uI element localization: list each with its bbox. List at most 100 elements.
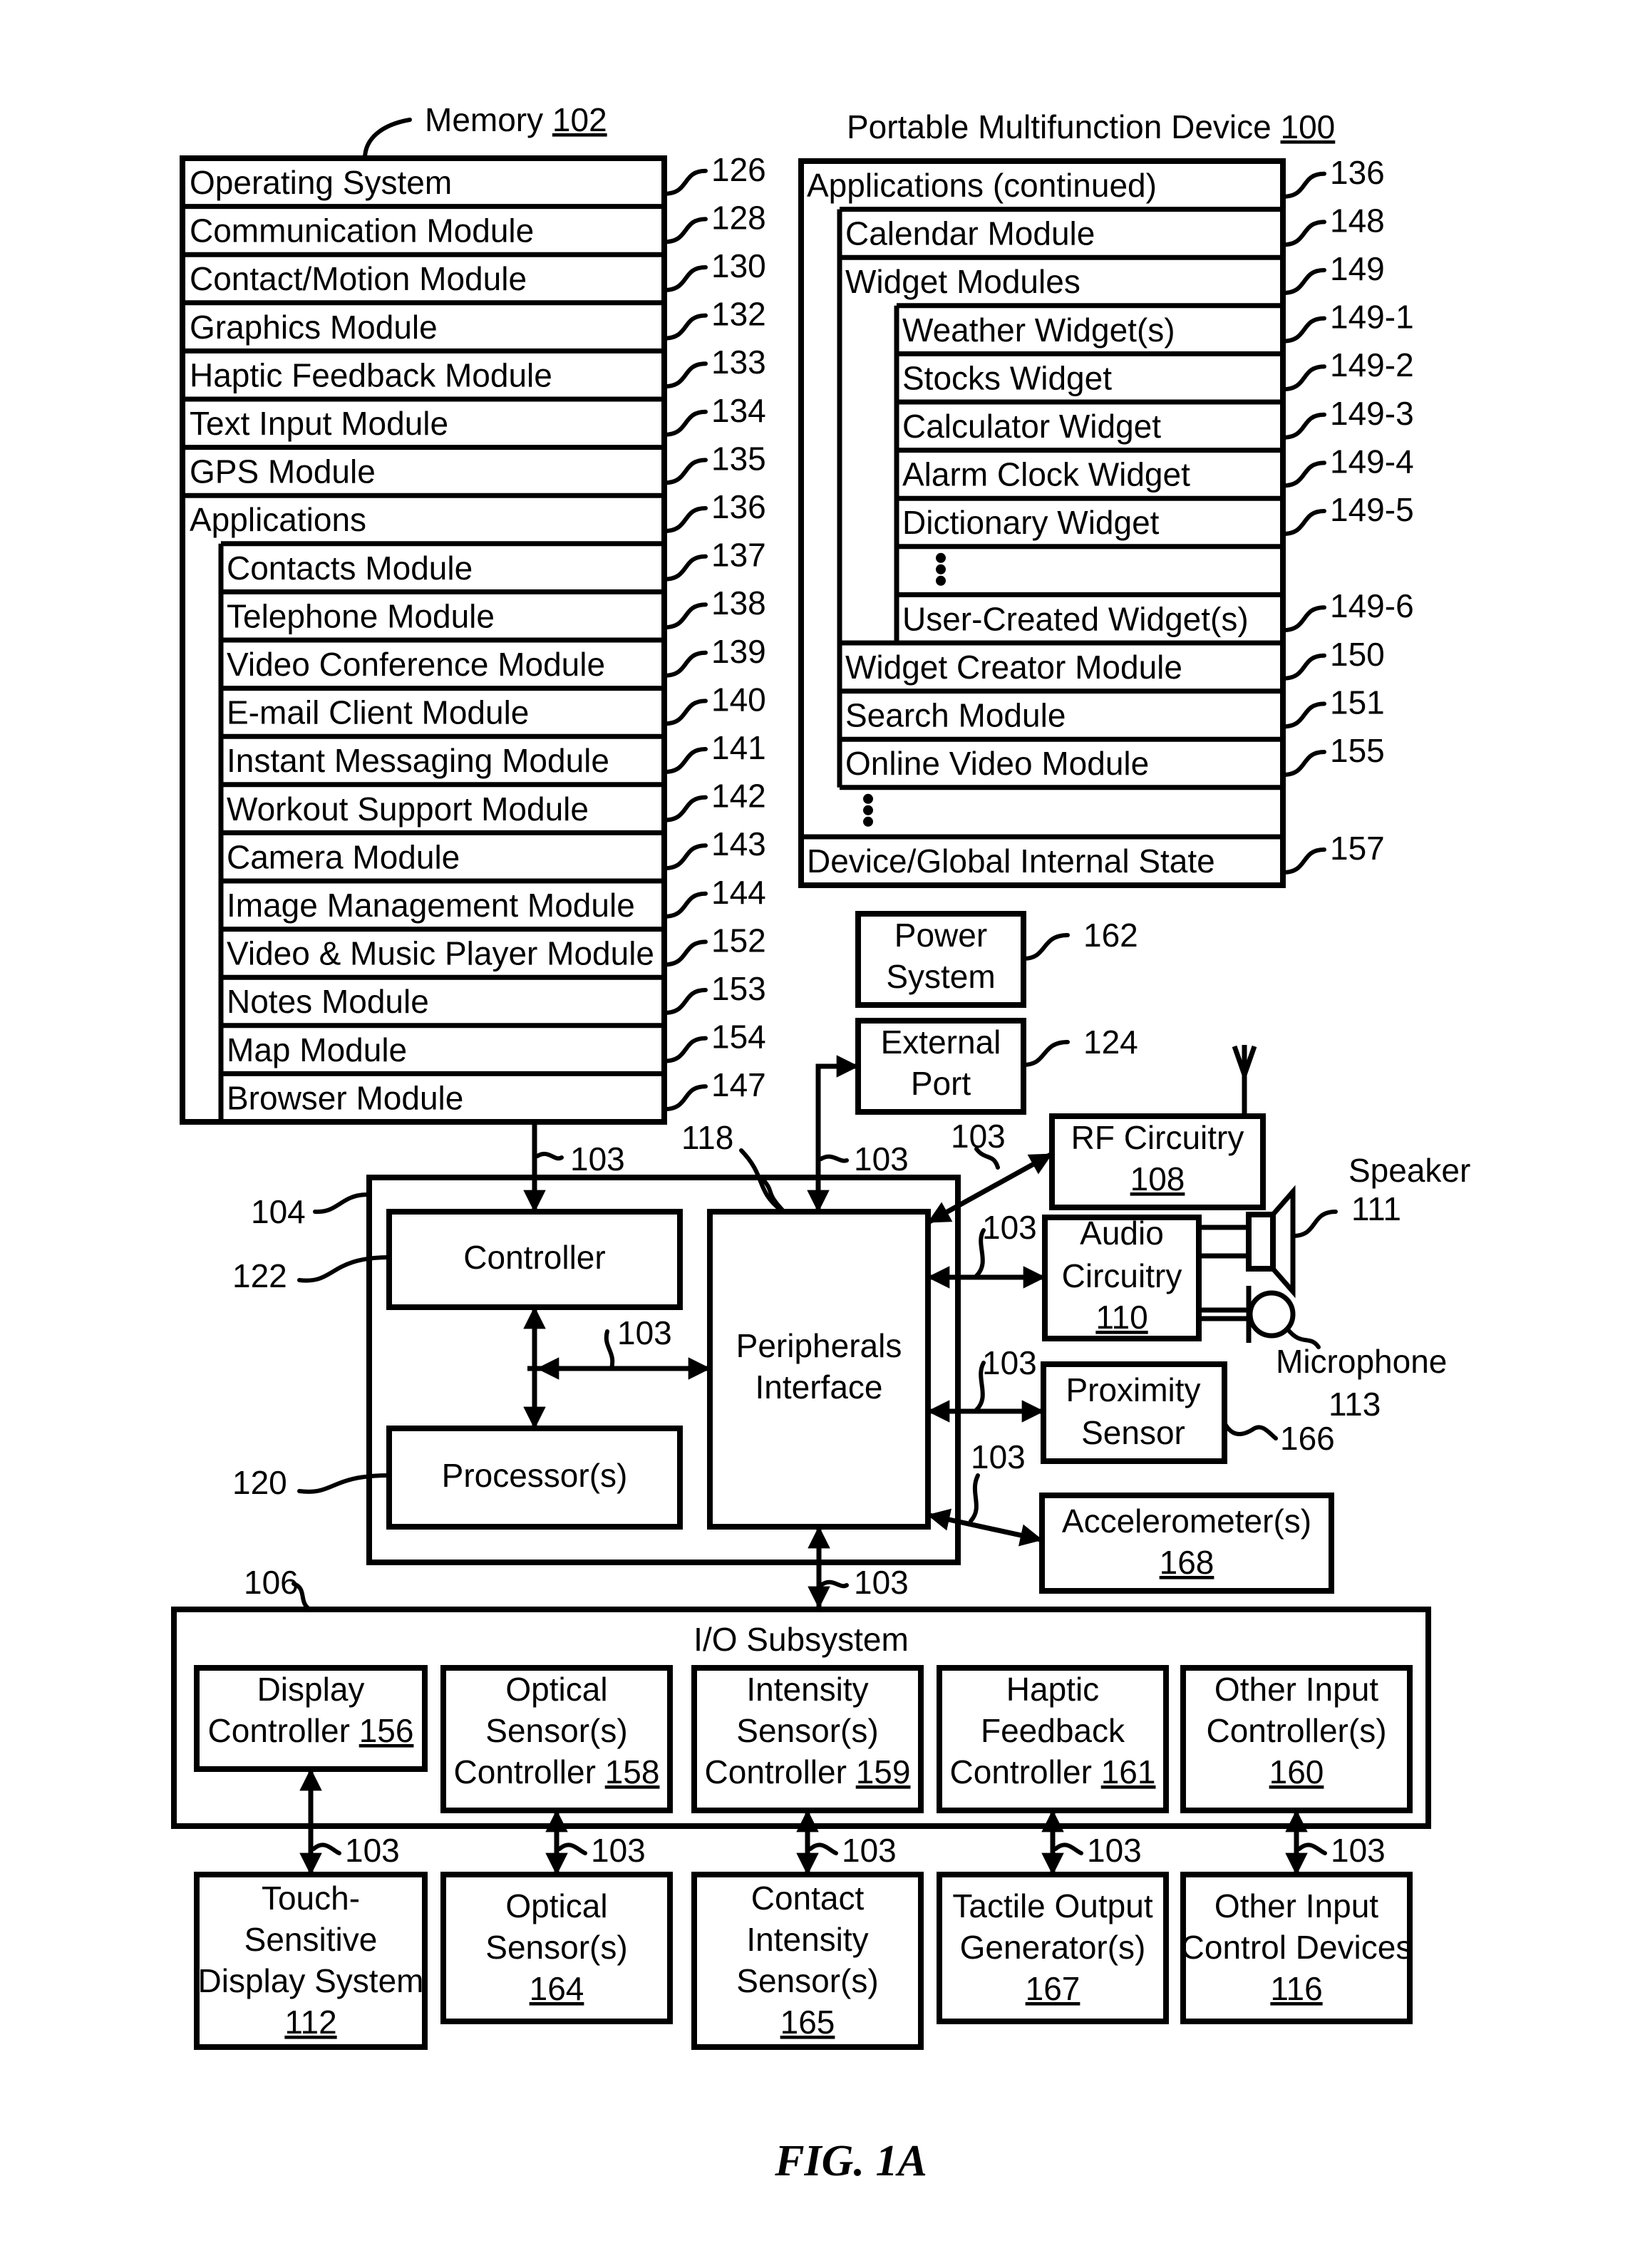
microphone-label: Microphone [1276, 1343, 1447, 1380]
rf-number: 108 [1130, 1160, 1185, 1197]
application-module-ref: 142 [711, 778, 766, 815]
application-module-ref: 153 [711, 970, 766, 1007]
application-module-ref: 143 [711, 825, 766, 862]
widget-ref: 149-2 [1330, 346, 1414, 383]
peripherals-line1: Peripherals [736, 1327, 902, 1364]
widget-label: Weather Widget(s) [902, 311, 1175, 349]
application-module-label: Camera Module [227, 838, 460, 875]
ellipsis-dot [936, 552, 946, 563]
io-controller-text: Controller 161 [950, 1753, 1156, 1790]
rf-label: RF Circuitry [1071, 1119, 1244, 1156]
io-device-number: 167 [1026, 1970, 1080, 2007]
antenna-icon [1232, 1045, 1257, 1116]
bus-ref-memory: 103 [570, 1140, 625, 1177]
memory-row-label: Graphics Module [190, 309, 438, 346]
memory-block: Memory 102 Operating System 126 Communicat… [180, 101, 766, 1125]
widget-ref: 149-1 [1330, 299, 1414, 336]
memory-row-label: Operating System [190, 164, 452, 201]
memory-row-ref: 126 [711, 151, 766, 188]
external-port-line2: Port [911, 1065, 971, 1102]
widget-ref: 149-6 [1330, 587, 1414, 624]
io-controller-text: Controller(s) [1206, 1712, 1386, 1749]
io-device-text: Optical [505, 1887, 607, 1924]
bus-ref-audio: 103 [982, 1209, 1037, 1246]
io-device-text: Tactile Output [952, 1887, 1152, 1924]
ellipsis-dot [863, 805, 873, 815]
io-bus-ref: 103 [591, 1832, 646, 1869]
widget-label: Calculator Widget [902, 408, 1161, 445]
device-state-ref: 157 [1330, 830, 1385, 867]
patent-figure: Memory 102 Operating System 126 Communicat… [171, 101, 1470, 2185]
io-controller-text: Other Input [1214, 1671, 1378, 1708]
application-module-ref: 154 [711, 1019, 766, 1056]
application-module-label: E-mail Client Module [227, 694, 529, 731]
io-device-text: Display System [198, 1962, 424, 1999]
application-module-label: Image Management Module [227, 887, 635, 924]
applications-continued-label: Applications (continued) [807, 167, 1157, 204]
proximity-line1: Proximity [1066, 1371, 1200, 1408]
application-module-label: Notes Module [227, 983, 429, 1020]
ellipsis-dot [863, 816, 873, 827]
processor-ref: 120 [232, 1464, 287, 1501]
widget-leader [1281, 605, 1326, 633]
bus-ref-io: 103 [854, 1564, 909, 1601]
application-module-ref: 139 [711, 633, 766, 670]
application-module-leader [662, 602, 708, 630]
memory-row-leader [662, 168, 708, 196]
audio-line1: Audio [1080, 1215, 1164, 1252]
application-module-leader [662, 795, 708, 823]
io-device-text: Control Devices [1181, 1929, 1413, 1966]
io-device-number: 116 [1270, 1970, 1322, 2007]
memory-row-ref: 132 [711, 296, 766, 333]
device-module-label: Widget Creator Module [845, 649, 1182, 686]
memory-row-label: Text Input Module [190, 405, 448, 442]
memory-row-label: Communication Module [190, 212, 534, 249]
bus-ref-port: 103 [854, 1140, 909, 1177]
calendar-module-leader [1281, 220, 1326, 247]
device-state-label: Device/Global Internal State [807, 842, 1215, 880]
application-module-label: Instant Messaging Module [227, 742, 609, 779]
external-port-ref: 124 [1083, 1024, 1138, 1061]
memory-row-ref: 135 [711, 440, 766, 477]
accelerometer-label: Accelerometer(s) [1062, 1502, 1311, 1540]
power-ref-leader [1021, 933, 1070, 961]
application-module-leader [662, 891, 708, 919]
io-device-number: 112 [284, 2004, 336, 2041]
application-module-ref: 137 [711, 537, 766, 574]
io-device-text: Sensitive [244, 1921, 378, 1958]
application-module-ref: 147 [711, 1066, 766, 1103]
memory-row-leader [662, 217, 708, 244]
application-module-label: Telephone Module [227, 597, 495, 634]
bus-ref-internal: 103 [617, 1314, 672, 1351]
io-controller-text: 160 [1269, 1753, 1324, 1790]
power-ref: 162 [1083, 917, 1138, 954]
device-module-leader [1281, 653, 1326, 681]
io-title: I/O Subsystem [693, 1621, 909, 1658]
io-device-text: Touch- [262, 1880, 360, 1917]
application-module-leader [662, 650, 708, 678]
memory-row-ref: 133 [711, 344, 766, 381]
applications-continued-leader [1281, 171, 1326, 199]
bus-ref-rf: 103 [951, 1118, 1006, 1155]
widget-ref: 149-5 [1330, 491, 1414, 528]
application-module-label: Video Conference Module [227, 646, 605, 683]
application-module-leader [662, 1084, 708, 1112]
memory-row-leader [662, 265, 708, 292]
io-ref: 106 [244, 1564, 299, 1601]
ellipsis-dot [936, 575, 946, 586]
memory-row-ref: 130 [711, 247, 766, 284]
peripherals-line2: Interface [755, 1368, 883, 1406]
application-module-leader [662, 554, 708, 582]
io-device-number: 164 [530, 1970, 584, 2007]
application-module-leader [662, 988, 708, 1015]
widget-label: Dictionary Widget [902, 504, 1160, 541]
application-module-label: Contacts Module [227, 550, 473, 587]
io-device-text: Generator(s) [960, 1929, 1146, 1966]
widget-ref: 149-4 [1330, 443, 1414, 480]
application-module-leader [662, 747, 708, 774]
io-controller-text: Controller 159 [705, 1753, 911, 1790]
memory-row-label: Applications [190, 501, 366, 538]
peripherals-ref: 118 [681, 1119, 733, 1156]
memory-row-ref: 134 [711, 392, 766, 429]
core-ref: 104 [251, 1193, 306, 1230]
